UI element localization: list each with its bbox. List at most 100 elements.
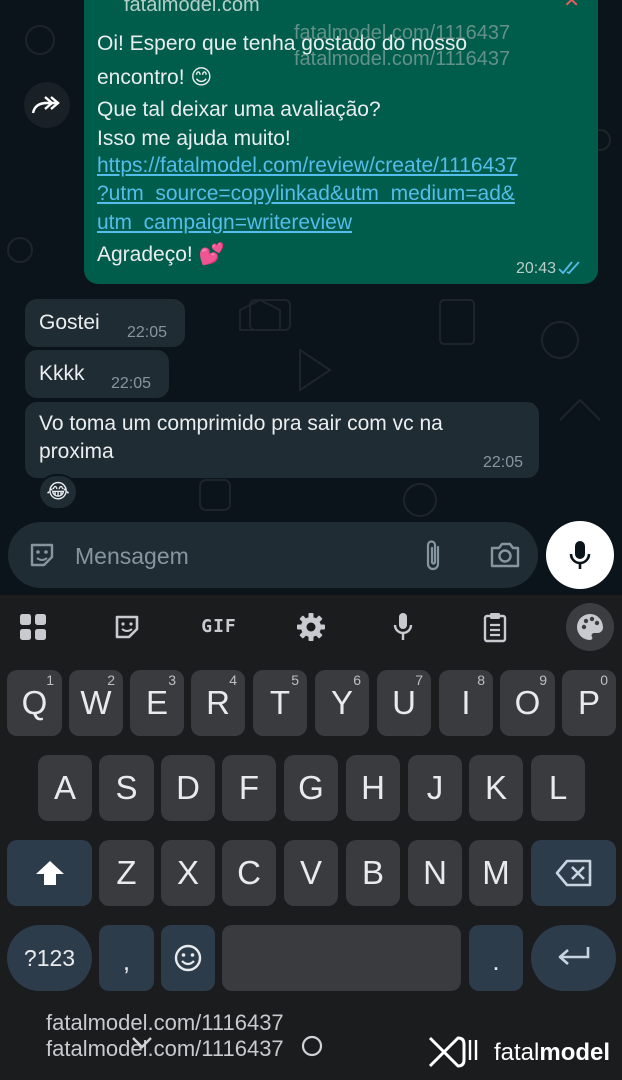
key-number-hint: 8	[477, 672, 485, 688]
camera-icon[interactable]	[488, 539, 522, 571]
key-o[interactable]: O9	[500, 670, 555, 736]
key-e[interactable]: E3	[130, 670, 184, 736]
watermark-text: fatalmodel.com/1116437	[46, 1010, 284, 1035]
key-number-hint: 7	[415, 672, 423, 688]
key-u[interactable]: U7	[377, 670, 431, 736]
enter-key[interactable]	[531, 925, 616, 991]
fatalmodel-logo-icon	[428, 1036, 478, 1068]
key-m[interactable]: M	[469, 840, 523, 906]
message-line: Isso me ajuda muito!	[97, 127, 291, 150]
reaction-badge[interactable]: 😂	[38, 474, 78, 510]
nav-home-icon[interactable]	[300, 1034, 324, 1058]
palette-icon	[577, 614, 603, 640]
close-preview-icon[interactable]: ✕	[563, 0, 580, 13]
nav-back-icon[interactable]	[130, 1034, 154, 1052]
review-link[interactable]: utm_campaign=writereview	[97, 211, 352, 235]
key-number-hint: 3	[168, 672, 176, 688]
key-number-hint: 2	[107, 672, 115, 688]
key-number-hint: 6	[353, 672, 361, 688]
key-s[interactable]: S	[99, 755, 154, 821]
symbols-key[interactable]: ?123	[7, 925, 92, 991]
key-l[interactable]: L	[531, 755, 585, 821]
key-number-hint: 1	[46, 672, 54, 688]
key-i[interactable]: I8	[439, 670, 493, 736]
microphone-icon	[569, 541, 591, 569]
clipboard-icon[interactable]	[475, 609, 515, 645]
incoming-message[interactable]: Gostei 22:05	[25, 299, 185, 347]
period-key[interactable]: .	[469, 925, 523, 991]
key-letter: P	[577, 684, 600, 721]
voice-record-button[interactable]	[546, 521, 614, 589]
key-c[interactable]: C	[222, 840, 276, 906]
chat-area[interactable]: fatalmodel.com ✕ Oi! Espero que tenha go…	[0, 0, 622, 595]
message-timestamp: 20:43	[515, 260, 556, 277]
theme-button[interactable]	[566, 603, 614, 651]
key-letter: R	[206, 684, 230, 721]
key-g[interactable]: G	[284, 755, 338, 821]
message-timestamp: 22:05	[111, 375, 152, 392]
watermark-text: fatalmodel.com/1116437	[294, 22, 511, 44]
key-j[interactable]: J	[408, 755, 462, 821]
incoming-message[interactable]: Vo toma um comprimido pra sair com vc na…	[25, 402, 539, 478]
message-text: proxima	[39, 440, 114, 463]
key-v[interactable]: V	[284, 840, 338, 906]
key-letter: O	[514, 684, 541, 721]
key-n[interactable]: N	[408, 840, 462, 906]
key-a[interactable]: A	[38, 755, 92, 821]
message-input[interactable]: Mensagem	[75, 543, 189, 570]
forward-button[interactable]	[24, 82, 70, 128]
comma-key[interactable]: ,	[99, 925, 154, 991]
forward-icon	[31, 96, 60, 114]
key-letter: Y	[330, 684, 353, 721]
emoji-key[interactable]	[161, 925, 215, 991]
key-y[interactable]: Y6	[315, 670, 369, 736]
message-timestamp: 22:05	[127, 324, 168, 341]
attach-icon[interactable]	[422, 539, 446, 573]
key-number-hint: 5	[291, 672, 299, 688]
message-text: Gostei	[39, 311, 100, 334]
key-k[interactable]: K	[469, 755, 523, 821]
key-x[interactable]: X	[161, 840, 215, 906]
message-timestamp: 22:05	[483, 454, 524, 471]
watermark-text: fatalmodel.com/1116437	[46, 1036, 284, 1061]
watermark-text: fatalmodel.com/1116437	[294, 48, 511, 70]
gear-icon[interactable]	[291, 609, 331, 645]
shift-key[interactable]	[7, 840, 92, 906]
message-text: Kkkk	[39, 362, 85, 385]
key-p[interactable]: P0	[562, 670, 616, 736]
apps-grid-icon[interactable]	[13, 609, 53, 645]
incoming-message[interactable]: Kkkk 22:05	[25, 350, 169, 398]
backspace-icon	[555, 859, 591, 887]
message-line: Que tal deixar uma avaliação?	[97, 98, 381, 121]
key-number-hint: 4	[229, 672, 237, 688]
gif-button[interactable]: GIF	[199, 609, 239, 645]
key-number-hint: 0	[600, 672, 608, 688]
brand-text-bold: model	[539, 1039, 611, 1066]
shift-arrow-icon	[35, 861, 64, 885]
key-letter: I	[461, 684, 471, 721]
key-z[interactable]: Z	[99, 840, 154, 906]
key-number-hint: 9	[539, 672, 547, 688]
emoji-icon	[174, 944, 202, 972]
key-r[interactable]: R4	[191, 670, 245, 736]
sticker-icon[interactable]	[26, 539, 58, 571]
key-w[interactable]: W2	[69, 670, 123, 736]
enter-icon	[558, 947, 589, 965]
key-q[interactable]: Q1	[7, 670, 62, 736]
sticker-icon[interactable]	[107, 609, 147, 645]
key-t[interactable]: T5	[253, 670, 307, 736]
message-input-bar[interactable]: Mensagem	[8, 522, 538, 588]
key-b[interactable]: B	[346, 840, 400, 906]
key-letter: E	[145, 684, 168, 721]
key-f[interactable]: F	[222, 755, 276, 821]
microphone-icon[interactable]	[383, 609, 423, 645]
key-h[interactable]: H	[346, 755, 400, 821]
message-text: Vo toma um comprimido pra sair com vc na	[39, 412, 443, 435]
backspace-key[interactable]	[531, 840, 616, 906]
key-letter: U	[392, 684, 416, 721]
virtual-keyboard: G I F Q 1 W 2 E 3 R 4 T 5 Y 6 U 7 I 8 O 9 …	[0, 595, 622, 1080]
key-d[interactable]: D	[161, 755, 215, 821]
review-link[interactable]: ?utm_source=copylinkad&utm_medium=ad&	[97, 182, 515, 206]
space-bar[interactable]	[222, 925, 461, 991]
review-link[interactable]: https://fatalmodel.com/review/create/111…	[97, 154, 518, 178]
